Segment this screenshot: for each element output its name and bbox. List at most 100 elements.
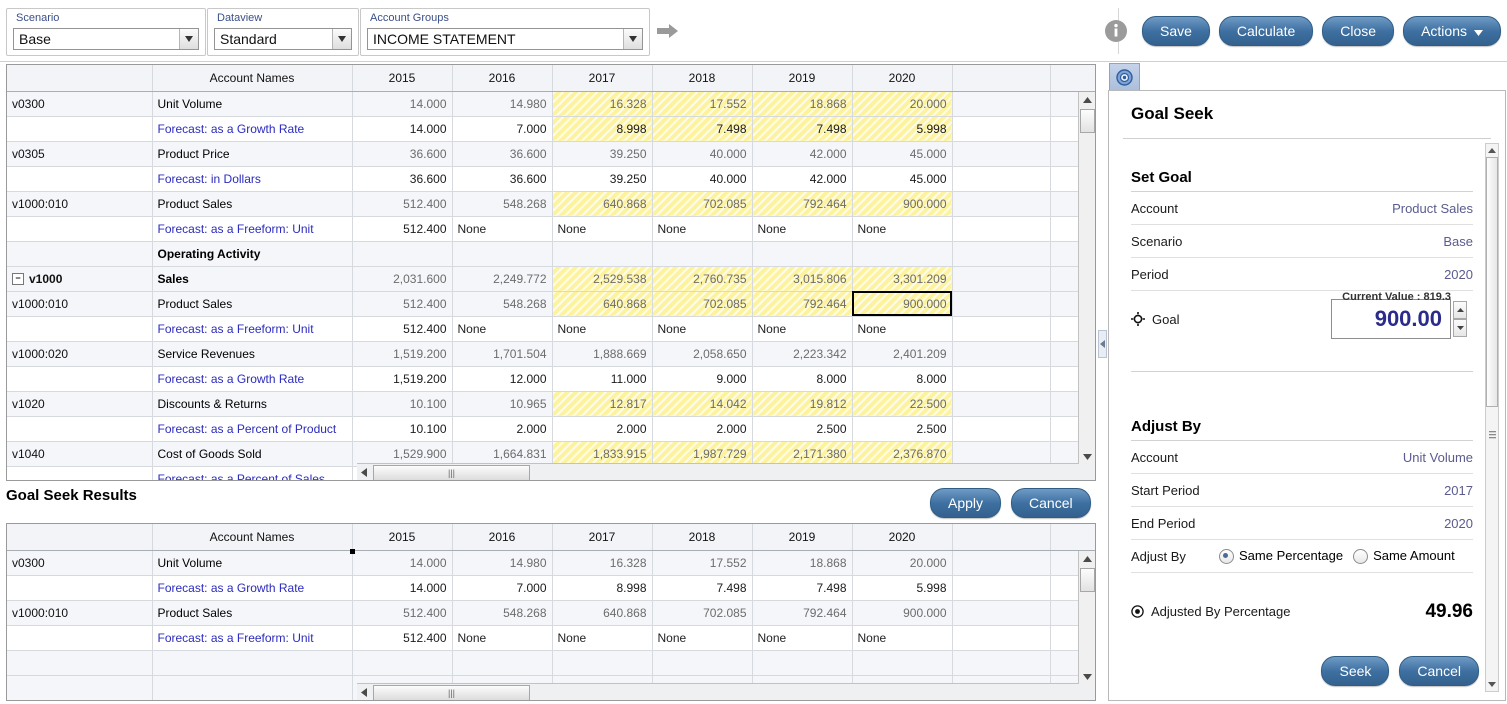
data-cell[interactable]: 702.085 — [652, 291, 753, 317]
data-cell[interactable]: 8.998 — [552, 575, 653, 601]
goal-spinner[interactable] — [1453, 301, 1467, 337]
empty-cell[interactable] — [952, 316, 1051, 342]
seek-button[interactable]: Seek — [1321, 656, 1390, 686]
table-row[interactable]: Forecast: as a Freeform: Unit 512.400 None… — [7, 316, 1095, 342]
chevron-down-icon[interactable] — [332, 29, 351, 49]
column-header-blank-8[interactable] — [952, 524, 1051, 551]
data-cell[interactable] — [452, 241, 553, 267]
hscroll-track[interactable]: ||| — [371, 685, 1079, 700]
data-cell[interactable]: 7.498 — [752, 575, 853, 601]
forecast-method-link[interactable]: Forecast: as a Freeform: Unit — [152, 216, 353, 242]
dataview-dropdown[interactable]: Standard — [214, 28, 352, 50]
chevron-down-icon[interactable] — [179, 29, 198, 49]
data-cell[interactable]: 42.000 — [752, 166, 853, 192]
data-cell[interactable]: 10.100 — [352, 391, 453, 417]
data-cell[interactable] — [752, 241, 853, 267]
panel-vertical-scrollbar[interactable] — [1485, 143, 1499, 692]
data-cell[interactable]: 702.085 — [652, 600, 753, 626]
radio-same-amount-dot[interactable] — [1353, 549, 1369, 565]
data-cell[interactable]: 8.998 — [552, 116, 653, 142]
data-cell[interactable] — [452, 650, 553, 676]
data-cell[interactable]: 2,760.735 — [652, 266, 753, 292]
data-cell[interactable]: 512.400 — [352, 316, 453, 342]
forecast-method-link[interactable]: Forecast: in Dollars — [152, 166, 353, 192]
data-cell[interactable]: 11.000 — [552, 366, 653, 392]
scenario-dropdown[interactable]: Base — [13, 28, 199, 50]
data-cell[interactable]: None — [552, 216, 653, 242]
table-row[interactable]: v0300 Unit Volume 14.000 14.980 16.328 17.552… — [7, 91, 1095, 117]
column-header-blank-8[interactable] — [952, 65, 1051, 92]
grid-body[interactable]: v0300 Unit Volume 14.000 14.980 16.328 17.552… — [7, 91, 1095, 480]
data-cell[interactable]: 640.868 — [552, 600, 653, 626]
data-cell[interactable]: None — [652, 625, 753, 651]
data-cell[interactable]: 3,015.806 — [752, 266, 853, 292]
data-cell[interactable]: None — [552, 316, 653, 342]
adjust-by-end-period-row[interactable]: End Period 2020 — [1131, 507, 1473, 540]
data-cell[interactable]: 39.250 — [552, 141, 653, 167]
data-cell[interactable]: 14.042 — [652, 391, 753, 417]
forecast-method-link[interactable]: Forecast: as a Freeform: Unit — [152, 316, 353, 342]
data-cell[interactable]: 18.868 — [752, 550, 853, 576]
data-cell[interactable]: 39.250 — [552, 166, 653, 192]
column-header-2016[interactable]: 2016 — [452, 524, 553, 551]
column-header-blank-9[interactable] — [1050, 524, 1095, 551]
collapse-icon[interactable]: − — [12, 273, 24, 286]
results-horizontal-scrollbar[interactable]: ||| — [357, 683, 1079, 700]
data-cell[interactable]: 792.464 — [752, 191, 853, 217]
data-cell[interactable]: 16.328 — [552, 550, 653, 576]
hscroll-track[interactable]: ||| — [371, 465, 1079, 480]
scrollbar-thumb[interactable] — [1486, 157, 1498, 407]
adjust-by-account-value[interactable]: Unit Volume — [1403, 450, 1473, 465]
scroll-up-icon[interactable] — [1486, 144, 1498, 157]
scroll-down-icon[interactable] — [1486, 678, 1498, 691]
set-goal-period-value[interactable]: 2020 — [1444, 267, 1473, 282]
data-cell[interactable] — [552, 241, 653, 267]
data-cell[interactable] — [352, 650, 453, 676]
data-cell[interactable]: 512.400 — [352, 216, 453, 242]
data-cell[interactable]: 7.000 — [452, 575, 553, 601]
empty-cell[interactable] — [952, 341, 1051, 367]
empty-cell[interactable] — [952, 366, 1051, 392]
forecast-method-link[interactable]: Forecast: as a Growth Rate — [152, 575, 353, 601]
data-cell[interactable]: 2,401.209 — [852, 341, 953, 367]
data-cell[interactable]: 14.000 — [352, 91, 453, 117]
scroll-left-icon[interactable] — [357, 467, 371, 477]
data-cell[interactable]: None — [752, 216, 853, 242]
data-cell[interactable]: 14.000 — [352, 116, 453, 142]
table-row[interactable]: v1000:020 Service Revenues 1,519.200 1,701.… — [7, 341, 1095, 367]
column-header-blank-9[interactable] — [1050, 65, 1095, 92]
adjust-by-account-row[interactable]: Account Unit Volume — [1131, 441, 1473, 474]
data-cell[interactable]: 7.498 — [752, 116, 853, 142]
data-cell[interactable]: 22.500 — [852, 391, 953, 417]
data-cell[interactable]: 512.400 — [352, 600, 453, 626]
data-cell[interactable]: 2.500 — [752, 416, 853, 442]
table-row[interactable]: v1000:010 Product Sales 512.400 548.268 640.… — [7, 291, 1095, 317]
data-cell[interactable]: 1,888.669 — [552, 341, 653, 367]
empty-cell[interactable] — [952, 141, 1051, 167]
data-cell[interactable]: 45.000 — [852, 141, 953, 167]
data-cell[interactable]: 702.085 — [652, 191, 753, 217]
column-header-2018[interactable]: 2018 — [652, 524, 753, 551]
table-row[interactable]: Forecast: as a Percent of Product 10.100 2… — [7, 416, 1095, 442]
data-cell[interactable]: 18.868 — [752, 91, 853, 117]
data-cell[interactable]: 640.868 — [552, 191, 653, 217]
data-cell[interactable]: None — [452, 316, 553, 342]
empty-cell[interactable] — [952, 550, 1051, 576]
column-header-2020[interactable]: 2020 — [852, 524, 953, 551]
forecast-method-link[interactable]: Forecast: as a Percent of Product — [152, 416, 353, 442]
data-cell[interactable]: 1,519.200 — [352, 341, 453, 367]
empty-cell[interactable] — [952, 600, 1051, 626]
actions-button[interactable]: Actions — [1403, 16, 1501, 46]
forecast-method-link[interactable]: Forecast: as a Growth Rate — [152, 116, 353, 142]
data-cell[interactable]: 42.000 — [752, 141, 853, 167]
forecast-method-link[interactable]: Forecast: as a Percent of Sales — [152, 466, 353, 480]
column-header-account-names[interactable]: Account Names — [152, 524, 353, 551]
results-body[interactable]: v0300 Unit Volume 14.000 14.980 16.328 17.552… — [7, 550, 1095, 700]
hscrollbar-thumb[interactable]: ||| — [373, 685, 530, 700]
data-cell[interactable]: 792.464 — [752, 291, 853, 317]
data-cell[interactable] — [652, 241, 753, 267]
column-header-2015[interactable]: 2015 — [352, 65, 453, 92]
data-cell[interactable]: None — [752, 625, 853, 651]
data-cell[interactable]: None — [452, 216, 553, 242]
data-cell[interactable]: 20.000 — [852, 91, 953, 117]
